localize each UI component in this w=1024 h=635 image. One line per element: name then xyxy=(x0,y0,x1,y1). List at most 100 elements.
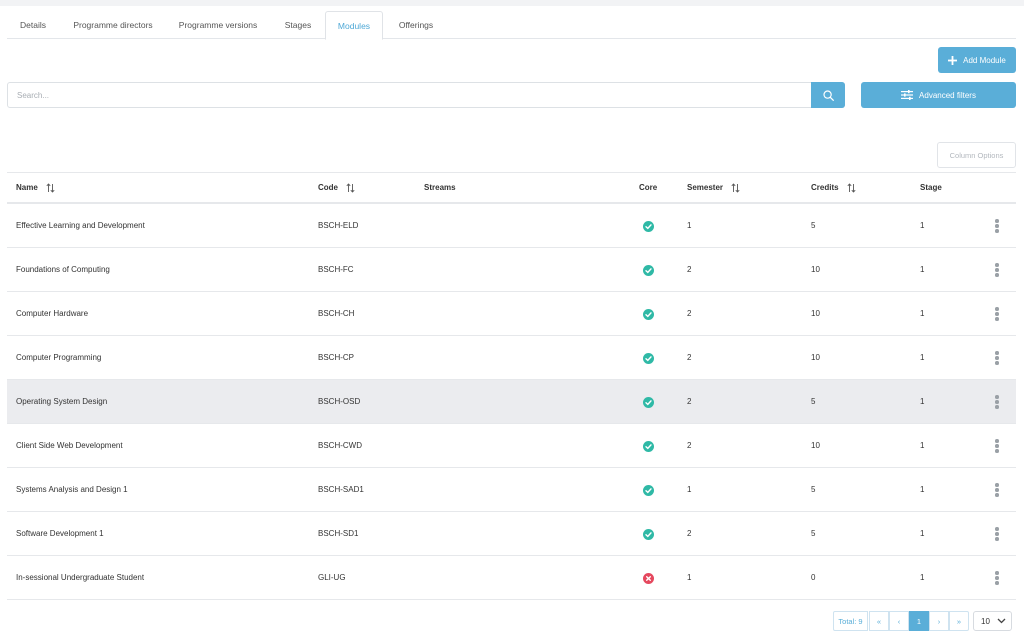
table-row[interactable]: Computer Hardware BSCH-CH 2 10 1 xyxy=(7,292,1016,336)
tab-programme-versions[interactable]: Programme versions xyxy=(170,11,266,39)
sort-icon[interactable] xyxy=(46,183,55,193)
header-semester-label: Semester xyxy=(687,183,724,192)
tab-offerings[interactable]: Offerings xyxy=(388,11,444,39)
table-row[interactable]: Operating System Design BSCH-OSD 2 5 1 xyxy=(7,380,1016,424)
check-circle-icon xyxy=(643,529,654,540)
cell-name: In-sessional Undergraduate Student xyxy=(16,573,145,582)
plus-icon xyxy=(948,55,958,65)
table-row[interactable]: In-sessional Undergraduate Student GLI-UG… xyxy=(7,556,1016,600)
page-1-button[interactable]: 1 xyxy=(909,611,929,631)
first-page-button[interactable]: « xyxy=(869,611,889,631)
header-name[interactable]: Name xyxy=(16,173,55,203)
cell-stage: 1 xyxy=(920,573,925,582)
cell-semester: 1 xyxy=(687,485,692,494)
next-page-button[interactable]: › xyxy=(929,611,949,631)
cell-credits: 10 xyxy=(811,441,820,450)
kebab-icon[interactable] xyxy=(993,395,1001,409)
table-row[interactable]: Systems Analysis and Design 1 BSCH-SAD1 1 5… xyxy=(7,468,1016,512)
check-circle-icon xyxy=(643,309,654,320)
kebab-icon[interactable] xyxy=(993,219,1001,233)
check-circle-icon xyxy=(643,265,654,276)
kebab-icon[interactable] xyxy=(993,307,1001,321)
add-module-label: Add Module xyxy=(963,55,1006,65)
cell-credits: 5 xyxy=(811,397,816,406)
cell-credits: 5 xyxy=(811,221,816,230)
cell-name: Computer Programming xyxy=(16,353,102,362)
search-bar xyxy=(7,82,845,108)
cell-name: Operating System Design xyxy=(16,397,108,406)
kebab-icon[interactable] xyxy=(993,527,1001,541)
tab-details[interactable]: Details xyxy=(7,11,59,39)
table-header: Name Code Streams Core Semester Credits … xyxy=(7,172,1016,204)
cell-stage: 1 xyxy=(920,221,925,230)
cell-code: BSCH-ELD xyxy=(318,221,359,230)
cell-stage: 1 xyxy=(920,529,925,538)
table-row[interactable]: Client Side Web Development BSCH-CWD 2 10 1 xyxy=(7,424,1016,468)
cell-name: Software Development 1 xyxy=(16,529,104,538)
cell-stage: 1 xyxy=(920,265,925,274)
cell-name: Client Side Web Development xyxy=(16,441,123,450)
cell-name: Systems Analysis and Design 1 xyxy=(16,485,128,494)
cell-semester: 1 xyxy=(687,221,692,230)
cell-stage: 1 xyxy=(920,397,925,406)
cell-credits: 10 xyxy=(811,353,820,362)
cell-name: Computer Hardware xyxy=(16,309,89,318)
last-page-button[interactable]: » xyxy=(949,611,969,631)
cell-code: BSCH-CH xyxy=(318,309,355,318)
add-module-button[interactable]: Add Module xyxy=(938,47,1016,73)
table-row[interactable]: Software Development 1 BSCH-SD1 2 5 1 xyxy=(7,512,1016,556)
x-circle-icon xyxy=(643,573,654,584)
tab-modules[interactable]: Modules xyxy=(325,11,383,40)
kebab-icon[interactable] xyxy=(993,263,1001,277)
header-core: Core xyxy=(639,183,658,192)
kebab-icon[interactable] xyxy=(993,483,1001,497)
cell-semester: 1 xyxy=(687,573,692,582)
kebab-icon[interactable] xyxy=(993,571,1001,585)
cell-semester: 2 xyxy=(687,441,692,450)
cell-credits: 10 xyxy=(811,309,820,318)
sort-icon[interactable] xyxy=(346,183,355,193)
check-circle-icon xyxy=(643,397,654,408)
advanced-filters-label: Advanced filters xyxy=(919,90,976,100)
cell-semester: 2 xyxy=(687,309,692,318)
cell-code: GLI-UG xyxy=(318,573,346,582)
check-circle-icon xyxy=(643,485,654,496)
page-size-select[interactable]: 10 xyxy=(973,611,1012,631)
table-row[interactable]: Foundations of Computing BSCH-FC 2 10 1 xyxy=(7,248,1016,292)
search-button[interactable] xyxy=(811,82,845,108)
header-code[interactable]: Code xyxy=(318,173,355,203)
search-input[interactable] xyxy=(8,83,812,107)
advanced-filters-button[interactable]: Advanced filters xyxy=(861,82,1016,108)
page-size-value: 10 xyxy=(981,616,990,626)
header-credits[interactable]: Credits xyxy=(811,173,856,203)
table-row[interactable]: Computer Programming BSCH-CP 2 10 1 xyxy=(7,336,1016,380)
cell-semester: 2 xyxy=(687,397,692,406)
column-options-button[interactable]: Column Options xyxy=(937,142,1016,168)
table-row[interactable]: Effective Learning and Development BSCH-E… xyxy=(7,204,1016,248)
sort-icon[interactable] xyxy=(847,183,856,193)
tab-programme-directors[interactable]: Programme directors xyxy=(63,11,163,39)
cell-stage: 1 xyxy=(920,485,925,494)
sliders-icon xyxy=(901,90,914,100)
kebab-icon[interactable] xyxy=(993,439,1001,453)
cell-stage: 1 xyxy=(920,353,925,362)
tab-stages[interactable]: Stages xyxy=(273,11,323,39)
search-icon xyxy=(822,89,834,101)
sort-icon[interactable] xyxy=(731,183,740,193)
kebab-icon[interactable] xyxy=(993,351,1001,365)
cell-code: BSCH-SAD1 xyxy=(318,485,364,494)
pagination: Total: 9 « ‹ 1 › » xyxy=(0,611,1024,631)
cell-credits: 5 xyxy=(811,529,816,538)
modules-table: Name Code Streams Core Semester Credits … xyxy=(7,172,1016,600)
cell-stage: 1 xyxy=(920,441,925,450)
prev-page-button[interactable]: ‹ xyxy=(889,611,909,631)
cell-code: BSCH-CWD xyxy=(318,441,362,450)
cell-semester: 2 xyxy=(687,353,692,362)
header-code-label: Code xyxy=(318,183,338,192)
header-semester[interactable]: Semester xyxy=(687,173,740,203)
cell-stage: 1 xyxy=(920,309,925,318)
cell-code: BSCH-OSD xyxy=(318,397,361,406)
modules-panel: Details Programme directors Programme ve… xyxy=(0,6,1024,635)
pagination-total: Total: 9 xyxy=(833,611,868,631)
check-circle-icon xyxy=(643,221,654,232)
